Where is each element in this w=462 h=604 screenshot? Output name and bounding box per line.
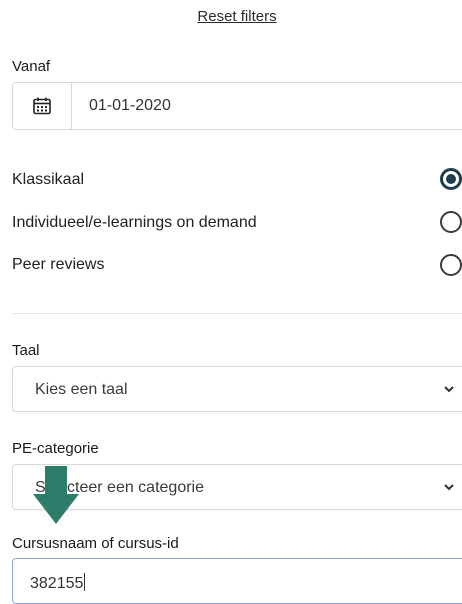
radio-klassikaal[interactable] [440, 168, 462, 190]
radio-label-klassikaal[interactable]: Klassikaal [12, 171, 84, 189]
chevron-down-icon [444, 386, 454, 393]
language-select-value: Kies een taal [35, 381, 128, 398]
course-search-value: 382155 [30, 575, 84, 592]
radio-peer-reviews[interactable] [440, 254, 462, 276]
chevron-down-icon [444, 484, 454, 491]
from-date-label: Vanaf [12, 58, 51, 75]
language-label: Taal [12, 342, 40, 359]
pe-category-label: PE-categorie [12, 440, 99, 457]
from-date-field[interactable]: 01-01-2020 [12, 82, 462, 130]
reset-filters-link[interactable]: Reset filters [0, 8, 462, 25]
annotation-arrow-icon [33, 466, 79, 524]
radio-label-individueel[interactable]: Individueel/e-learnings on demand [12, 214, 257, 232]
calendar-button[interactable] [13, 83, 72, 129]
from-date-value[interactable]: 01-01-2020 [89, 97, 171, 115]
language-select[interactable]: Kies een taal [12, 366, 462, 412]
course-search-label: Cursusnaam of cursus-id [12, 535, 179, 552]
calendar-icon [33, 97, 51, 115]
pe-category-select[interactable]: Selecteer een categorie [12, 464, 462, 510]
section-divider [12, 313, 462, 314]
course-search-input[interactable]: 382155 [12, 558, 462, 604]
radio-individueel[interactable] [440, 211, 462, 233]
radio-label-peer-reviews[interactable]: Peer reviews [12, 256, 104, 274]
text-caret [84, 573, 86, 591]
